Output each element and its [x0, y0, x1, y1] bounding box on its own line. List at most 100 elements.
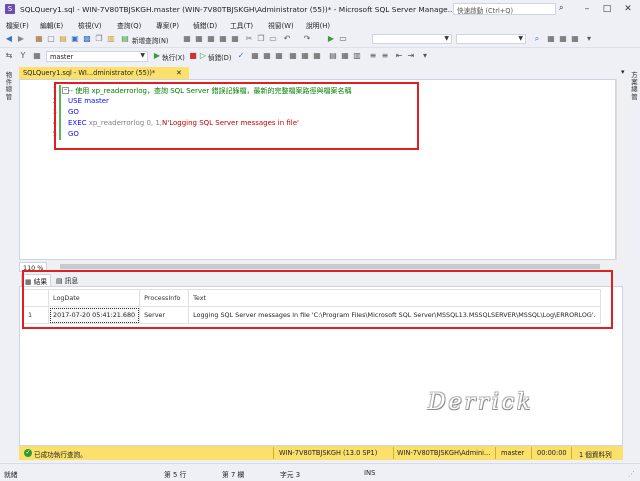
query-status-message: 已成功執行查詢。: [34, 451, 87, 459]
back-icon[interactable]: ◀: [4, 34, 14, 44]
status-insert-mode: INS: [364, 469, 376, 477]
status-line: 第 5 行: [164, 471, 187, 479]
uncomment-icon[interactable]: ≡: [380, 51, 390, 61]
server-name: WIN-7V80TBJSKGH (13.0 SP1): [279, 449, 378, 457]
minimize-button[interactable]: –: [578, 2, 596, 16]
object-explorer-tab[interactable]: 物件總管: [4, 71, 14, 101]
right-side-panel: [629, 66, 640, 446]
plan-icon[interactable]: ▦: [250, 51, 260, 61]
debug-button[interactable]: 偵錯(D): [208, 52, 231, 62]
include-plan-icon[interactable]: ▦: [288, 51, 298, 61]
chevron-down-icon: ▼: [444, 35, 449, 42]
results-grid-icon[interactable]: ▦: [340, 51, 350, 61]
paste-icon[interactable]: ▭: [268, 34, 278, 44]
menu-tools[interactable]: 工具(T): [230, 20, 253, 30]
results-text-icon[interactable]: ▤: [328, 51, 338, 61]
resize-grip-icon[interactable]: ⋰: [628, 470, 635, 478]
solution-explorer-tab[interactable]: 方案總管: [629, 71, 640, 101]
copy-icon[interactable]: ❐: [94, 34, 104, 44]
query-icon-3[interactable]: ▦: [206, 34, 216, 44]
copy2-icon[interactable]: ❐: [256, 34, 266, 44]
menu-window[interactable]: 視窗(W): [268, 20, 294, 30]
connect-icon[interactable]: ⇆: [4, 51, 14, 61]
editor-vertical-scrollbar[interactable]: [616, 79, 627, 260]
menu-debug[interactable]: 偵錯(D): [193, 20, 217, 30]
query-icon-5[interactable]: ▦: [230, 34, 240, 44]
scrollbar-thumb[interactable]: [60, 264, 600, 269]
document-tab[interactable]: SQLQuery1.sql - WI...dministrator (55))*: [19, 67, 189, 79]
query-designer-icon[interactable]: ▦: [262, 51, 272, 61]
query-status-bar: 已成功執行查詢。 WIN-7V80TBJSKGH (13.0 SP1) WIN-…: [19, 446, 623, 460]
menu-view[interactable]: 檢視(V): [78, 20, 102, 30]
toolbox-icon[interactable]: ▦: [34, 34, 44, 44]
new-query-icon[interactable]: ▤: [120, 34, 130, 44]
maximize-button[interactable]: □: [598, 2, 616, 16]
standard-toolbar: ◀ ▶ ▦ ▢ ▤ ▣ ▩ ❐ ▥ ▤ 新增查詢(N) ▦ ▦ ▦ ▦ ▦ ✂ …: [0, 31, 640, 48]
activity-icon[interactable]: ▥: [106, 34, 116, 44]
success-check-icon: ✓: [24, 449, 32, 457]
status-ready: 就緒: [4, 471, 18, 479]
window-icon[interactable]: ▭: [338, 34, 348, 44]
template-icon[interactable]: ▦: [558, 34, 568, 44]
menu-file[interactable]: 檔案(F): [6, 20, 29, 30]
save-icon[interactable]: ▣: [70, 34, 80, 44]
search-icon[interactable]: ⌕: [559, 3, 563, 13]
watermark: Derrick: [428, 390, 534, 415]
execute-button[interactable]: 執行(X): [162, 52, 185, 62]
query-icon-2[interactable]: ▦: [194, 34, 204, 44]
client-stats-icon[interactable]: ▦: [312, 51, 322, 61]
menu-bar: 檔案(F) 編輯(E) 檢視(V) 查詢(Q) 專案(P) 偵錯(D) 工具(T…: [0, 18, 640, 30]
menu-query[interactable]: 查詢(Q): [117, 20, 141, 30]
options-icon[interactable]: ▾: [584, 34, 594, 44]
cut-icon[interactable]: ✂: [244, 34, 254, 44]
parse-icon[interactable]: ✓: [236, 51, 246, 61]
cancel-query-icon[interactable]: ■: [188, 51, 198, 61]
open-folder-icon[interactable]: ▤: [58, 34, 68, 44]
query-icon-1[interactable]: ▦: [182, 34, 192, 44]
execute-icon[interactable]: ▶: [152, 51, 162, 61]
annotation-box-query: [54, 82, 419, 150]
divider: [273, 447, 274, 459]
quick-launch-input[interactable]: 快速啟動 (Ctrl+Q): [453, 3, 556, 15]
live-stats-icon[interactable]: ▦: [300, 51, 310, 61]
comment-icon[interactable]: ≡: [368, 51, 378, 61]
new-query-button[interactable]: 新增查詢(N): [132, 35, 168, 45]
redo-icon[interactable]: ↷: [302, 34, 312, 44]
close-button[interactable]: ✕: [619, 2, 637, 16]
close-tab-icon[interactable]: ✕: [176, 67, 182, 79]
divider: [393, 447, 394, 459]
divider: [571, 447, 572, 459]
outdent-icon[interactable]: ⇤: [394, 51, 404, 61]
solution-config-combo[interactable]: ▼: [372, 34, 452, 44]
properties-icon[interactable]: ▦: [546, 34, 556, 44]
menu-edit[interactable]: 編輯(E): [40, 20, 63, 30]
indent-icon[interactable]: ⇥: [406, 51, 416, 61]
change-connection-icon[interactable]: ▦: [32, 51, 42, 61]
new-file-icon[interactable]: ▢: [46, 34, 56, 44]
status-bar: 就緒 第 5 行 第 7 欄 字元 3 INS: [0, 463, 640, 481]
chevron-down-icon: ▼: [518, 35, 523, 42]
intellisense-icon[interactable]: ▦: [274, 51, 284, 61]
debug-icon[interactable]: ▷: [198, 51, 208, 61]
app-icon: S: [5, 4, 15, 14]
status-column: 第 7 欄: [222, 471, 245, 479]
results-file-icon[interactable]: ▥: [352, 51, 362, 61]
registered-servers-icon[interactable]: ▦: [570, 34, 580, 44]
user-name: WIN-7V80TBJSKGH\Admini...: [397, 449, 491, 457]
tab-list-dropdown-icon[interactable]: ▾: [621, 68, 625, 76]
chevron-down-icon: ▼: [140, 52, 145, 59]
menu-help[interactable]: 說明(H): [306, 20, 330, 30]
database-select[interactable]: master ▼: [46, 51, 148, 62]
annotation-box-results: [22, 270, 613, 329]
forward-icon[interactable]: ▶: [16, 34, 26, 44]
platform-combo[interactable]: ▼: [456, 34, 526, 44]
query-icon-4[interactable]: ▦: [218, 34, 228, 44]
elapsed-time: 00:00:00: [537, 449, 567, 457]
save-all-icon[interactable]: ▩: [82, 34, 92, 44]
start-icon[interactable]: ▶: [326, 34, 336, 44]
more-options-icon[interactable]: ▾: [420, 51, 430, 61]
filter-icon[interactable]: Y: [18, 51, 28, 61]
undo-icon[interactable]: ↶: [282, 34, 292, 44]
search-toolbar-icon[interactable]: ⌕: [532, 34, 542, 44]
menu-project[interactable]: 專案(P): [156, 20, 179, 30]
